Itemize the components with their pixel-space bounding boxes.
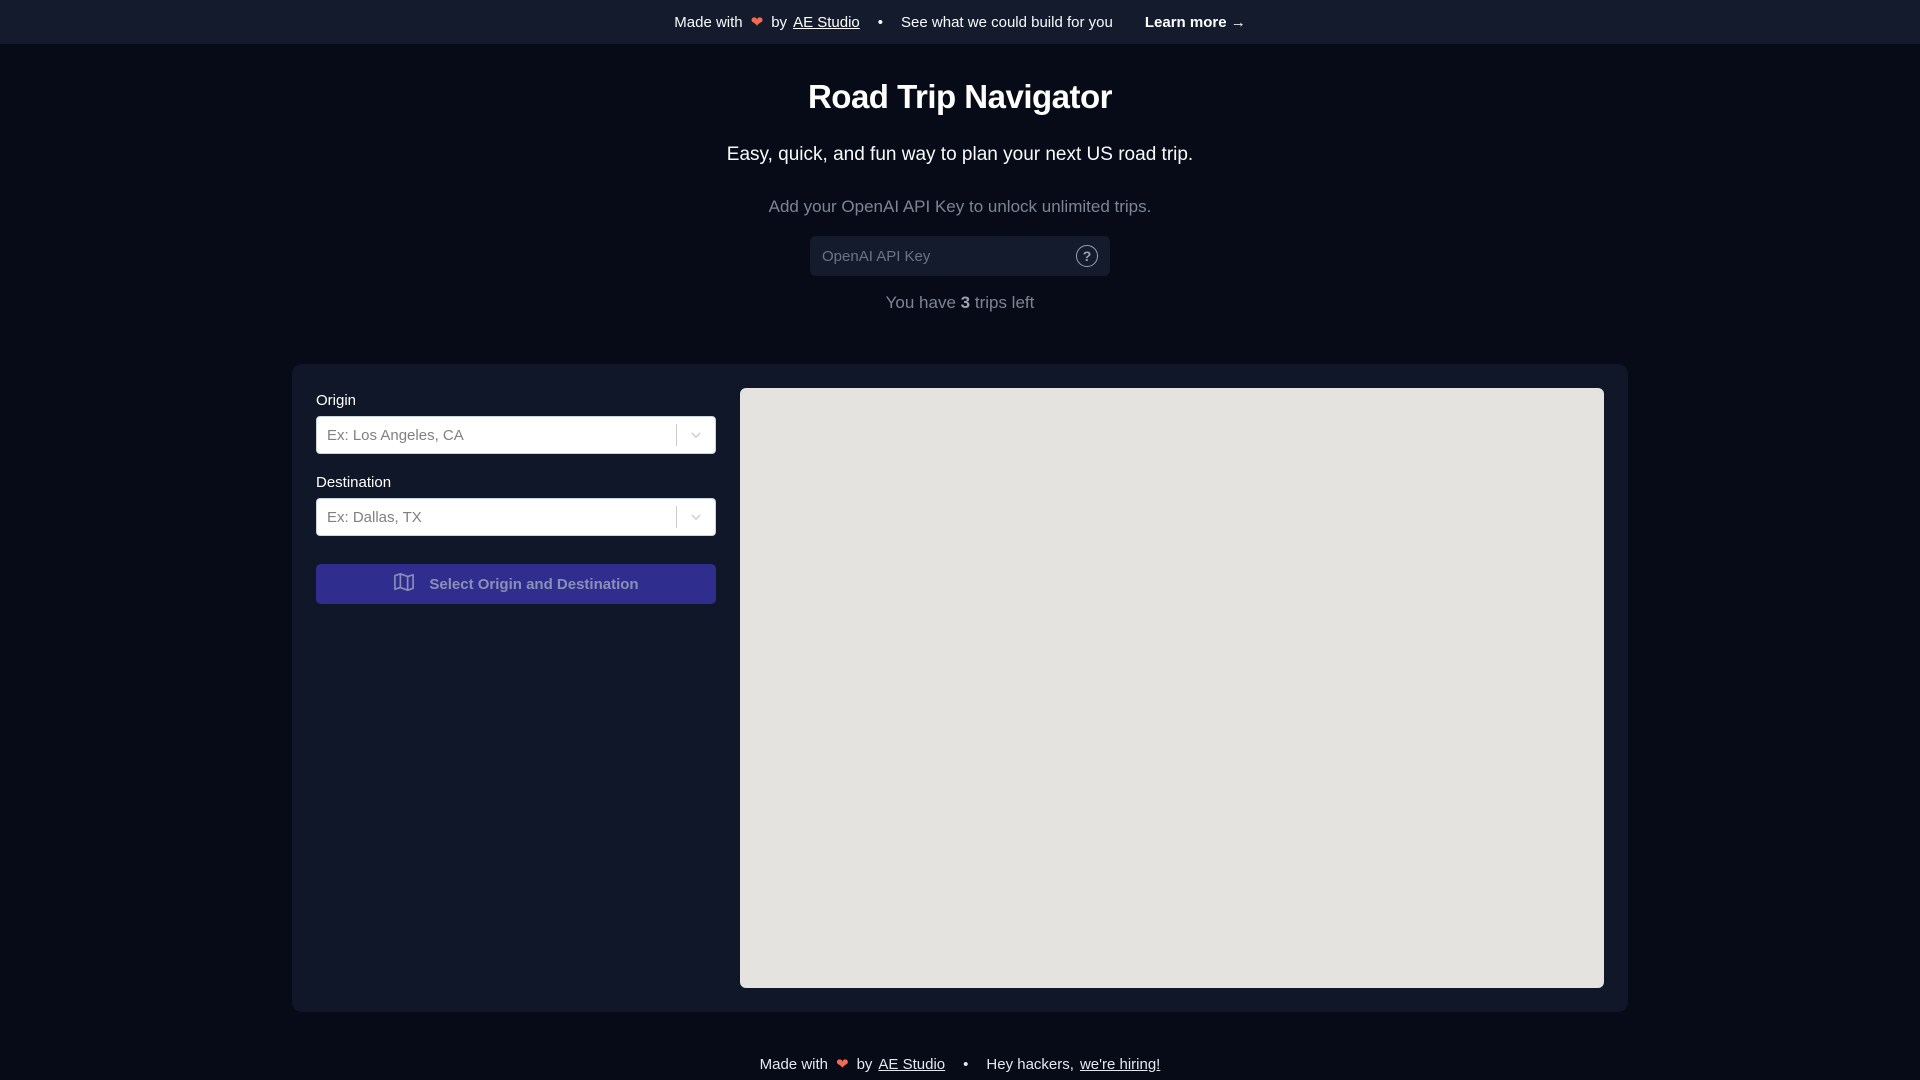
origin-select[interactable]: Ex: Los Angeles, CA <box>316 416 716 454</box>
trips-suffix: trips left <box>974 293 1035 312</box>
footer: Made with ❤ by AE Studio • Hey hackers, … <box>0 1052 1920 1076</box>
destination-placeholder: Ex: Dallas, TX <box>327 508 422 526</box>
banner-made-with: Made with <box>674 13 743 31</box>
banner-separator: • <box>877 13 884 31</box>
footer-made-with: Made with <box>759 1055 828 1073</box>
question-circle-icon[interactable]: ? <box>1076 245 1098 267</box>
banner-by: by <box>771 13 788 31</box>
heart-icon: ❤ <box>750 14 764 31</box>
destination-select[interactable]: Ex: Dallas, TX <box>316 498 716 536</box>
map-view[interactable] <box>740 388 1604 988</box>
footer-by: by <box>856 1055 873 1073</box>
api-key-note: Add your OpenAI API Key to unlock unlimi… <box>768 197 1152 216</box>
page-subtitle: Easy, quick, and fun way to plan your ne… <box>726 144 1194 165</box>
footer-separator: • <box>963 1055 969 1073</box>
api-key-input[interactable] <box>822 247 1076 265</box>
trips-left-text: You have 3 trips left <box>0 293 1920 313</box>
api-key-field: ? <box>810 236 1110 276</box>
promo-banner: Made with ❤ by AE Studio • See what we c… <box>0 0 1920 44</box>
footer-brand-link[interactable]: AE Studio <box>878 1056 945 1073</box>
map-icon <box>393 572 429 596</box>
trips-prefix: You have <box>885 293 956 312</box>
destination-label: Destination <box>316 474 392 491</box>
learn-more-link[interactable]: Learn more → <box>1145 14 1246 31</box>
trips-count: 3 <box>960 293 971 312</box>
banner-pitch: See what we could build for you <box>901 13 1113 31</box>
chevron-down-icon[interactable] <box>677 510 715 524</box>
chevron-down-icon[interactable] <box>677 428 715 442</box>
banner-brand-link[interactable]: AE Studio <box>793 14 860 31</box>
select-origin-destination-button[interactable]: Select Origin and Destination <box>316 564 716 604</box>
hiring-link[interactable]: we're hiring! <box>1080 1056 1160 1073</box>
page-title: Road Trip Navigator <box>807 78 1113 115</box>
footer-hackers: Hey hackers, <box>986 1055 1074 1073</box>
origin-placeholder: Ex: Los Angeles, CA <box>327 426 464 444</box>
heart-icon: ❤ <box>836 1056 849 1073</box>
origin-label: Origin <box>316 392 357 409</box>
trip-planner-panel: Origin Ex: Los Angeles, CA Destination E… <box>292 364 1628 1012</box>
submit-label: Select Origin and Destination <box>429 575 639 593</box>
